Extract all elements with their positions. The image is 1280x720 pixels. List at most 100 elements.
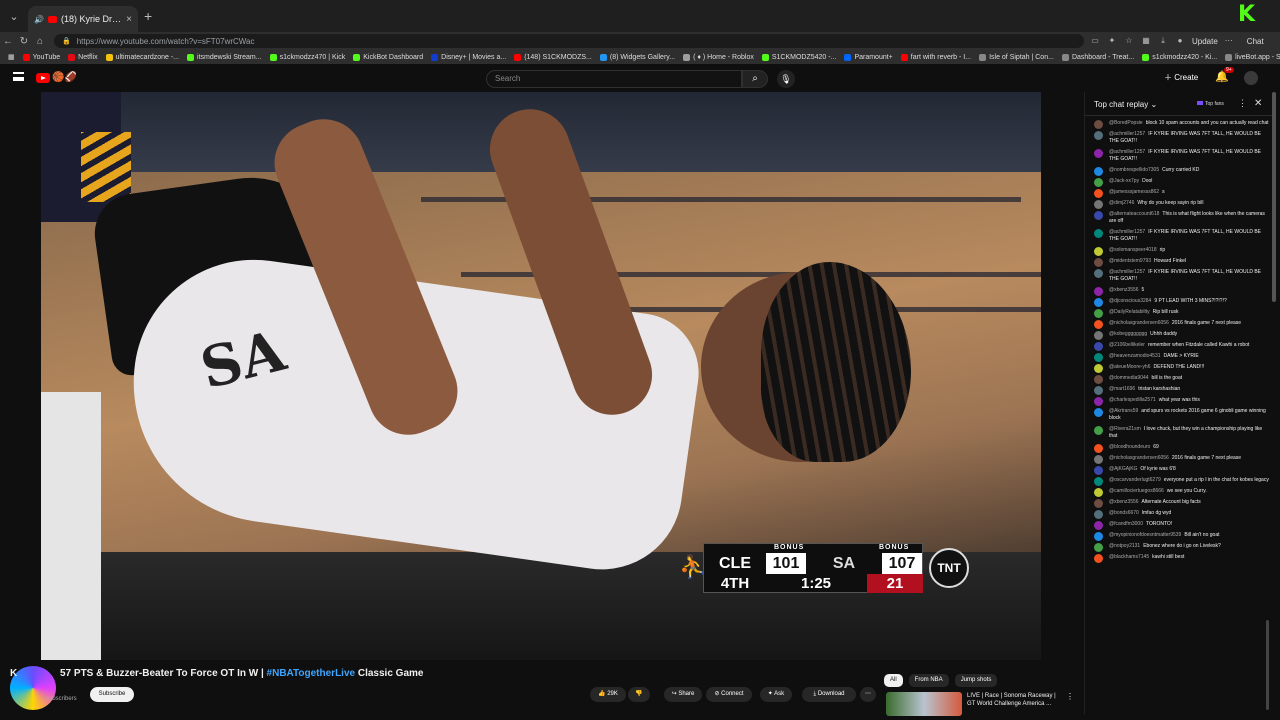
account-avatar[interactable] [1244, 71, 1258, 85]
chat-author[interactable]: @fcandfm3000 [1109, 521, 1143, 527]
chat-author[interactable]: @charlespedilla2571 [1109, 397, 1156, 403]
chat-message[interactable]: @dimj2746 Why do you keep sayin rip bill [1085, 198, 1273, 209]
chat-avatar[interactable] [1094, 120, 1103, 129]
chat-message[interactable]: @Rivera21sm I love chuck, but they win a … [1085, 424, 1273, 442]
create-button[interactable]: ＋ Create [1164, 72, 1198, 83]
bookmark-item[interactable]: S1CKMODZ5420 -... [761, 53, 836, 61]
chat-message[interactable]: @blackhams7145 kawhi still best [1085, 552, 1273, 563]
reader-icon[interactable]: ▭ [1089, 36, 1101, 46]
chat-message[interactable]: @jamesssjamesss862 s [1085, 187, 1273, 198]
chat-close-icon[interactable]: ✕ [1254, 98, 1262, 109]
recommendation-more-icon[interactable]: ⋮ [1066, 692, 1074, 701]
chat-avatar[interactable] [1094, 499, 1103, 508]
chat-message[interactable]: @achmiller1257 IF KYRIE IRVING WAS 7FT TA… [1085, 227, 1273, 245]
chat-avatar[interactable] [1094, 397, 1103, 406]
chat-author[interactable]: @myopinionofdoesntmatter9539 [1109, 532, 1181, 538]
chat-message[interactable]: @solomanspeer4018 rip [1085, 245, 1273, 256]
more-icon[interactable]: ⋯ [1223, 36, 1235, 46]
chat-avatar[interactable] [1094, 320, 1103, 329]
chat-avatar[interactable] [1094, 510, 1103, 519]
chat-message[interactable]: @mart1696 tristan karshashian [1085, 384, 1273, 395]
chat-author[interactable]: @Rivera21sm [1109, 426, 1141, 432]
chat-author[interactable]: @xbenz3556 [1109, 499, 1139, 505]
chat-author[interactable]: @kobegggggggg [1109, 331, 1147, 337]
chat-avatar[interactable] [1094, 131, 1103, 140]
chat-author[interactable]: @nicholasgrandersen6056 [1109, 320, 1169, 326]
chat-author[interactable]: @dommedia9044 [1109, 375, 1149, 381]
new-tab-button[interactable]: + [144, 8, 152, 24]
chat-author[interactable]: @blackhams7145 [1109, 554, 1149, 560]
bookmark-item[interactable]: ultimatecardzone -... [105, 53, 179, 61]
chat-avatar[interactable] [1094, 342, 1103, 351]
download-icon[interactable]: ⤓ [1157, 36, 1169, 46]
chip-from-nba[interactable]: From NBA [908, 674, 949, 687]
recommendation-title[interactable]: LIVE | Race | Sonoma Raceway | GT World … [967, 692, 1063, 708]
download-button[interactable]: ⤓ Download [802, 687, 856, 702]
chat-message-list[interactable]: @BoredPopsie block 10 spam accounts and y… [1085, 118, 1273, 563]
browser-chat-button[interactable]: Chat [1247, 37, 1264, 46]
update-button[interactable]: Update [1192, 37, 1218, 46]
chat-author[interactable]: @solomanspeer4018 [1109, 247, 1157, 253]
bookmark-item[interactable]: Dashboard - Treat... [1061, 53, 1134, 61]
back-icon[interactable]: ← [0, 36, 16, 47]
chat-avatar[interactable] [1094, 521, 1103, 530]
chat-message[interactable]: @djconscious3284 9 PT LEAD WITH 3 MINS?!?… [1085, 296, 1273, 307]
bookmark-item[interactable]: s1ckmodzz420 - Ki... [1142, 53, 1217, 61]
chat-author[interactable]: @ateueMoore-yh6 [1109, 364, 1151, 370]
chat-author[interactable]: @dimj2746 [1109, 200, 1134, 206]
chat-message[interactable]: @kobegggggggg Uhhh daddy [1085, 329, 1273, 340]
bookmark-item[interactable]: Netflix [68, 53, 98, 61]
chat-message[interactable]: @BoredPopsie block 10 spam accounts and y… [1085, 118, 1273, 129]
chat-message[interactable]: @myopinionofdoesntmatter9539 Bill ain't n… [1085, 530, 1273, 541]
chat-avatar[interactable] [1094, 426, 1103, 435]
chat-author[interactable]: @bonds6670 [1109, 510, 1139, 516]
ask-button[interactable]: ✦ Ask [760, 687, 792, 702]
chat-avatar[interactable] [1094, 269, 1103, 278]
chat-message[interactable]: @achmiller1257 IF KYRIE IRVING WAS 7FT TA… [1085, 267, 1273, 285]
chat-author[interactable]: @achmiller1257 [1109, 269, 1145, 275]
chat-author[interactable]: @mart1696 [1109, 386, 1135, 392]
chat-avatar[interactable] [1094, 477, 1103, 486]
subscribe-button[interactable]: Subscribe [90, 687, 134, 702]
chat-avatar[interactable] [1094, 386, 1103, 395]
chat-message[interactable]: @charlespedilla2571 what year was this [1085, 395, 1273, 406]
bookmark-item[interactable]: (148) S1CKMODZS... [514, 53, 592, 61]
chat-author[interactable]: @heavenzamodio4531 [1109, 353, 1161, 359]
chat-avatar[interactable] [1094, 554, 1103, 563]
mic-icon[interactable]: 🎙 [777, 70, 795, 88]
chat-message[interactable]: @AjKGAjKG Of kyrie was 6'8 [1085, 464, 1273, 475]
bookmark-item[interactable]: itsmdewski Stream... [187, 53, 262, 61]
chat-avatar[interactable] [1094, 149, 1103, 158]
bookmark-item[interactable]: ( ♦ ) Home - Roblox [683, 53, 754, 61]
chat-message[interactable]: @dommedia9044 bill is the goat [1085, 373, 1273, 384]
chat-message[interactable]: @bonds6670 lmfao dg wyd [1085, 508, 1273, 519]
bookmark-item[interactable]: KickBot Dashboard [353, 53, 423, 61]
chat-author[interactable]: @achmiller1257 [1109, 229, 1145, 235]
chat-avatar[interactable] [1094, 211, 1103, 220]
chat-author[interactable]: @xbenz3556 [1109, 287, 1139, 293]
page-scrollbar[interactable] [1272, 92, 1276, 302]
chat-avatar[interactable] [1094, 488, 1103, 497]
chat-author[interactable]: @nicholasgrandersen6056 [1109, 455, 1169, 461]
chat-message[interactable]: @heavenzamodio4531 DAME > KYRIE [1085, 351, 1273, 362]
bookmark-item[interactable]: Isle of Siptah | Con... [979, 53, 1054, 61]
chat-message[interactable]: @fcandfm3000 TORONTO! [1085, 519, 1273, 530]
chat-avatar[interactable] [1094, 247, 1103, 256]
search-icon[interactable]: ⌕ [742, 70, 768, 88]
share-button[interactable]: ↪ Share [664, 687, 702, 702]
chat-author[interactable]: @Jack-xx7py [1109, 178, 1139, 184]
chat-author[interactable]: @achmiller1257 [1109, 131, 1145, 137]
chat-message[interactable]: @Akrtrans59 and spurs vs rockets 2016 gam… [1085, 406, 1273, 424]
bookmark-item[interactable]: Paramount+ [844, 53, 893, 61]
refresh-icon[interactable]: ↻ [16, 36, 32, 47]
chat-avatar[interactable] [1094, 331, 1103, 340]
favorites-star-icon[interactable]: ☆ [1123, 36, 1135, 46]
video-player[interactable]: SA ⛹ BONUS BONUS CLE 101 SA 107 4TH 1:25… [41, 92, 1041, 660]
chat-avatar[interactable] [1094, 189, 1103, 198]
chat-message[interactable]: @2106bellikeler remember when Fitzdale ca… [1085, 340, 1273, 351]
search-input[interactable]: Search [486, 70, 742, 88]
chat-message[interactable]: @bloodhoundeuro 69 [1085, 442, 1273, 453]
top-fans-button[interactable]: Top fans [1197, 101, 1224, 107]
chat-author[interactable]: @Akrtrans59 [1109, 408, 1138, 414]
chat-message[interactable]: @DailyRelatability Rip bill rusk [1085, 307, 1273, 318]
